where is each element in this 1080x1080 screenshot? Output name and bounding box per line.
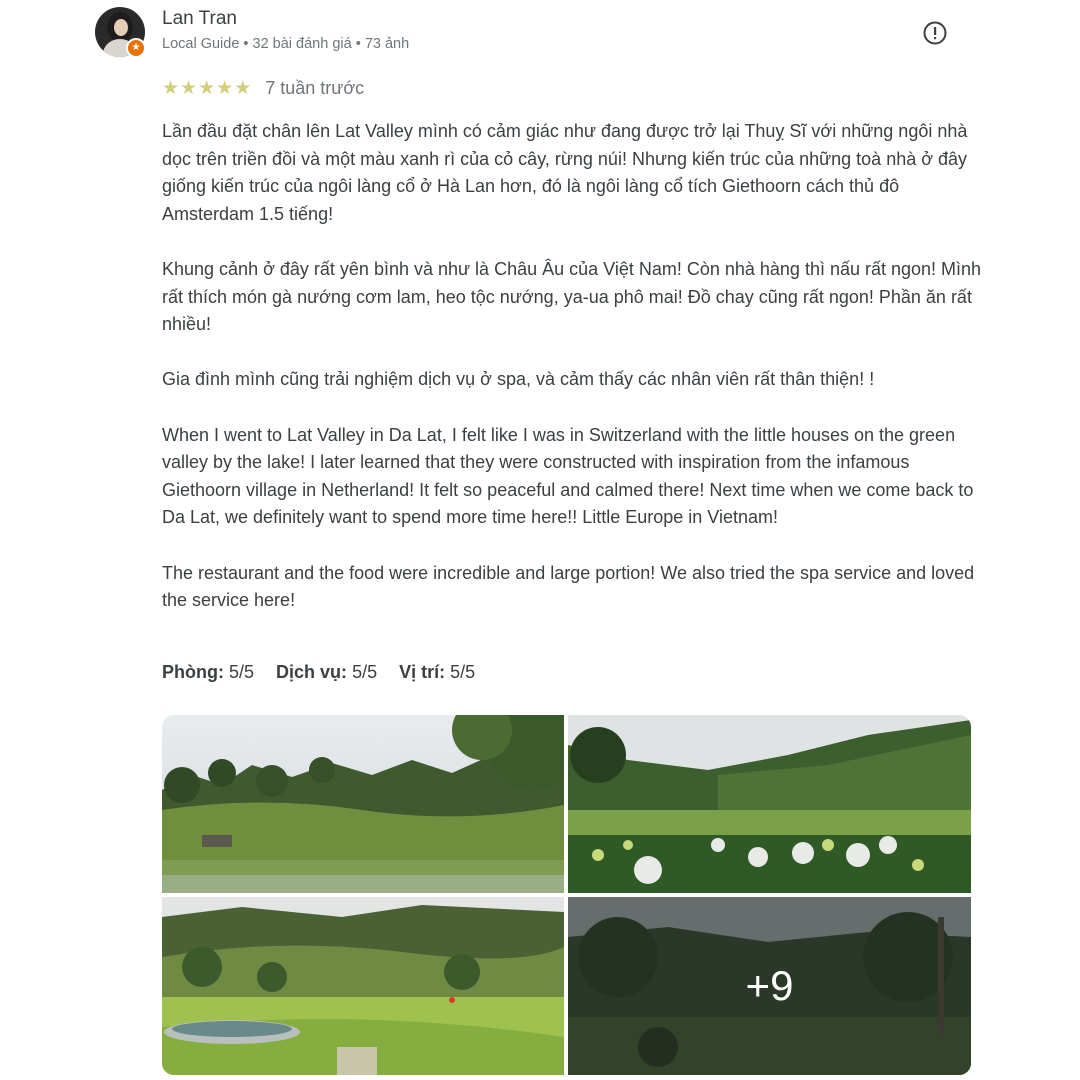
star-icon: ★: [180, 77, 198, 99]
photo-grid: +9: [162, 715, 971, 1075]
more-photos-count: +9: [568, 897, 971, 1075]
author-name[interactable]: Lan Tran: [162, 8, 237, 30]
star-icon: ★: [216, 77, 234, 99]
star-icon: ★: [198, 77, 216, 99]
author-meta: Local Guide • 32 bài đánh giá • 73 ảnh: [162, 36, 410, 52]
review-photo-more[interactable]: +9: [568, 897, 971, 1075]
star-icon: ★: [162, 77, 180, 99]
sub-rating-room: Phòng: 5/5: [162, 662, 255, 682]
sub-rating-service: Dịch vụ: 5/5: [276, 662, 378, 682]
review-paragraph: Lần đầu đặt chân lên Lat Valley mình có …: [162, 121, 968, 224]
review-date: 7 tuần trước: [265, 78, 365, 98]
sub-ratings: Phòng: 5/5 Dịch vụ: 5/5 Vị trí: 5/5: [162, 662, 475, 683]
review-paragraph: The restaurant and the food were incredi…: [162, 562, 975, 611]
avatar-face: [114, 19, 128, 36]
review-photo-1[interactable]: [162, 715, 564, 893]
review-text: Lần đầu đặt chân lên Lat Valley mình có …: [162, 118, 982, 642]
review-photo-3[interactable]: [162, 897, 564, 1075]
star-rating: ★ ★ ★ ★ ★: [162, 77, 252, 99]
local-guide-badge-icon: ★: [126, 38, 146, 58]
report-button[interactable]: [922, 20, 948, 46]
review-paragraph: Gia đình mình cũng trải nghiệm dịch vụ ở…: [162, 369, 875, 390]
review-paragraph: When I went to Lat Valley in Da Lat, I f…: [162, 424, 974, 528]
rating-row: ★ ★ ★ ★ ★ 7 tuần trước: [162, 78, 364, 99]
star-icon: ★: [234, 77, 252, 99]
sub-rating-location: Vị trí: 5/5: [399, 662, 476, 682]
report-icon: [923, 21, 947, 45]
review-photo-2[interactable]: [568, 715, 971, 893]
review-paragraph: Khung cảnh ở đây rất yên bình và như là …: [162, 258, 982, 335]
